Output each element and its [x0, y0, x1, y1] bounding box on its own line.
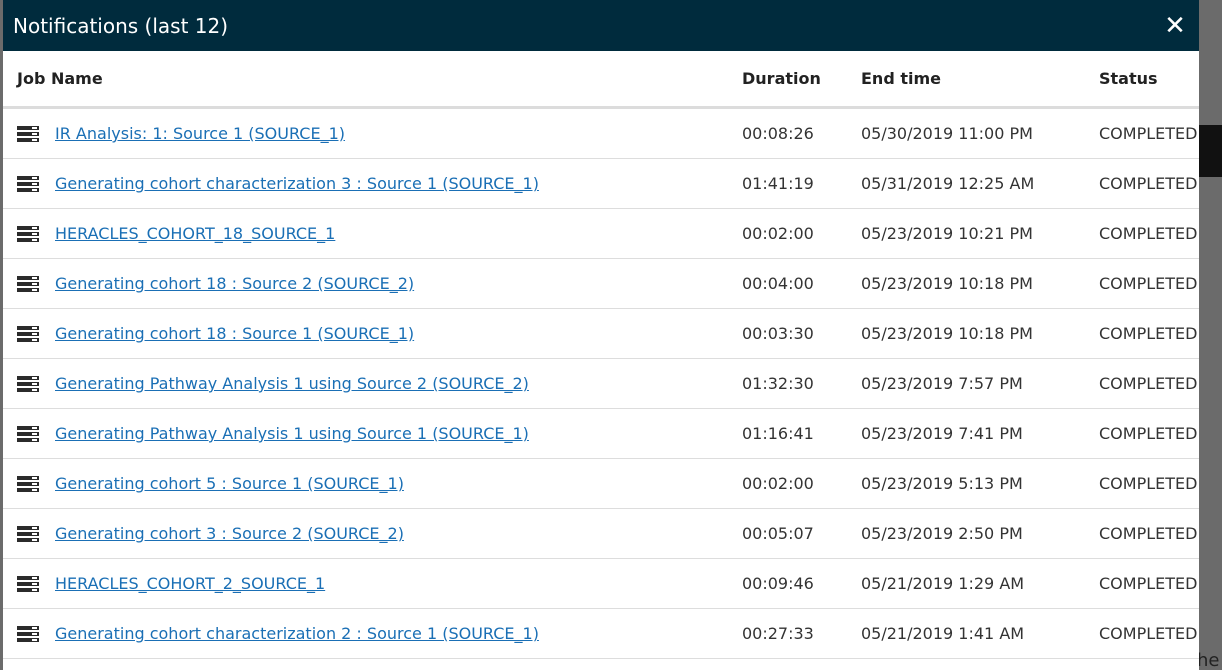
job-name-cell: Generating cohort 18 : Source 1 (SOURCE_…: [3, 308, 742, 359]
job-name-link[interactable]: Generating cohort 5 : Source 1 (SOURCE_1…: [55, 474, 404, 493]
end-time-cell: 05/23/2019 10:18 PM: [861, 258, 1099, 309]
duration-cell: 00:27:33: [742, 608, 861, 659]
table-row: Generating cohort characterization 2 : S…: [3, 608, 1199, 659]
job-name-cell: Generating Pathway Analysis 1 using Sour…: [3, 408, 742, 459]
job-name-link[interactable]: Generating cohort 18 : Source 1 (SOURCE_…: [55, 324, 414, 343]
job-name-cell: HERACLES_COHORT_2_SOURCE_1: [3, 558, 742, 609]
job-name-link[interactable]: IR Analysis: 1: Source 1 (SOURCE_1): [55, 124, 345, 143]
column-header-end-time[interactable]: End time: [861, 51, 1099, 109]
notifications-table: Job Name Duration End time Status IR Ana…: [3, 51, 1199, 659]
table-row: HERACLES_COHORT_18_SOURCE_1 00:02:00 05/…: [3, 208, 1199, 259]
table-row: IR Analysis: 1: Source 1 (SOURCE_1) 00:0…: [3, 107, 1199, 159]
end-time-cell: 05/30/2019 11:00 PM: [861, 107, 1099, 159]
duration-cell: 00:03:30: [742, 308, 861, 359]
duration-cell: 00:09:46: [742, 558, 861, 609]
table-row: Generating cohort 5 : Source 1 (SOURCE_1…: [3, 458, 1199, 509]
duration-cell: 00:04:00: [742, 258, 861, 309]
column-header-job-name[interactable]: Job Name: [3, 51, 742, 109]
status-cell: COMPLETED: [1099, 558, 1199, 609]
job-name-cell: Generating cohort characterization 2 : S…: [3, 608, 742, 659]
duration-cell: 00:02:00: [742, 458, 861, 509]
job-name-cell: Generating cohort characterization 3 : S…: [3, 158, 742, 209]
job-name-cell: Generating Pathway Analysis 1 using Sour…: [3, 358, 742, 409]
job-name-cell: Generating cohort 3 : Source 2 (SOURCE_2…: [3, 508, 742, 559]
duration-cell: 00:08:26: [742, 107, 861, 159]
table-row: HERACLES_COHORT_2_SOURCE_1 00:09:46 05/2…: [3, 558, 1199, 609]
server-icon: [17, 625, 39, 642]
modal-header: Notifications (last 12) ✕: [3, 0, 1199, 51]
job-name-link[interactable]: Generating cohort 18 : Source 2 (SOURCE_…: [55, 274, 414, 293]
table-row: Generating Pathway Analysis 1 using Sour…: [3, 408, 1199, 459]
job-name-link[interactable]: Generating cohort 3 : Source 2 (SOURCE_2…: [55, 524, 404, 543]
job-name-cell: Generating cohort 5 : Source 1 (SOURCE_1…: [3, 458, 742, 509]
job-name-cell: IR Analysis: 1: Source 1 (SOURCE_1): [3, 107, 742, 159]
duration-cell: 01:41:19: [742, 158, 861, 209]
end-time-cell: 05/23/2019 7:41 PM: [861, 408, 1099, 459]
end-time-cell: 05/23/2019 10:18 PM: [861, 308, 1099, 359]
job-name-link[interactable]: Generating Pathway Analysis 1 using Sour…: [55, 374, 529, 393]
server-icon: [17, 525, 39, 542]
end-time-cell: 05/31/2019 12:25 AM: [861, 158, 1099, 209]
background-panel: [1199, 177, 1222, 670]
status-cell: COMPLETED: [1099, 608, 1199, 659]
status-cell: COMPLETED: [1099, 508, 1199, 559]
status-cell: COMPLETED: [1099, 408, 1199, 459]
status-cell: COMPLETED: [1099, 258, 1199, 309]
status-cell: COMPLETED: [1099, 208, 1199, 259]
end-time-cell: 05/23/2019 10:21 PM: [861, 208, 1099, 259]
job-name-link[interactable]: HERACLES_COHORT_2_SOURCE_1: [55, 574, 325, 593]
end-time-cell: 05/23/2019 2:50 PM: [861, 508, 1099, 559]
status-cell: COMPLETED: [1099, 308, 1199, 359]
server-icon: [17, 275, 39, 292]
duration-cell: 00:02:00: [742, 208, 861, 259]
job-name-link[interactable]: Generating cohort characterization 3 : S…: [55, 174, 539, 193]
column-header-duration[interactable]: Duration: [742, 51, 861, 109]
job-name-link[interactable]: Generating cohort characterization 2 : S…: [55, 624, 539, 643]
end-time-cell: 05/21/2019 1:29 AM: [861, 558, 1099, 609]
status-cell: COMPLETED: [1099, 358, 1199, 409]
status-cell: COMPLETED: [1099, 458, 1199, 509]
table-row: Generating cohort characterization 3 : S…: [3, 158, 1199, 209]
job-name-link[interactable]: Generating Pathway Analysis 1 using Sour…: [55, 424, 529, 443]
column-header-status[interactable]: Status: [1099, 51, 1199, 109]
notifications-modal: Notifications (last 12) ✕ Job Name Durat…: [3, 0, 1199, 670]
table-header-row: Job Name Duration End time Status: [3, 51, 1199, 109]
modal-title: Notifications (last 12): [13, 13, 229, 38]
end-time-cell: 05/21/2019 1:41 AM: [861, 608, 1099, 659]
server-icon: [17, 175, 39, 192]
table-row: Generating cohort 3 : Source 2 (SOURCE_2…: [3, 508, 1199, 559]
server-icon: [17, 225, 39, 242]
server-icon: [17, 375, 39, 392]
job-name-cell: Generating cohort 18 : Source 2 (SOURCE_…: [3, 258, 742, 309]
job-name-cell: HERACLES_COHORT_18_SOURCE_1: [3, 208, 742, 259]
close-icon[interactable]: ✕: [1163, 13, 1187, 39]
status-cell: COMPLETED: [1099, 107, 1199, 159]
background-dark-bar: [1199, 125, 1222, 177]
job-name-link[interactable]: HERACLES_COHORT_18_SOURCE_1: [55, 224, 335, 243]
table-row: Generating Pathway Analysis 1 using Sour…: [3, 358, 1199, 409]
server-icon: [17, 125, 39, 142]
duration-cell: 01:16:41: [742, 408, 861, 459]
server-icon: [17, 325, 39, 342]
duration-cell: 00:05:07: [742, 508, 861, 559]
background-panel: [1199, 0, 1222, 125]
duration-cell: 01:32:30: [742, 358, 861, 409]
table-row: Generating cohort 18 : Source 2 (SOURCE_…: [3, 258, 1199, 309]
background-text: he: [1197, 650, 1220, 670]
table-body: IR Analysis: 1: Source 1 (SOURCE_1) 00:0…: [3, 107, 1199, 659]
end-time-cell: 05/23/2019 7:57 PM: [861, 358, 1099, 409]
server-icon: [17, 475, 39, 492]
table-row: Generating cohort 18 : Source 1 (SOURCE_…: [3, 308, 1199, 359]
server-icon: [17, 425, 39, 442]
status-cell: COMPLETED: [1099, 158, 1199, 209]
server-icon: [17, 575, 39, 592]
end-time-cell: 05/23/2019 5:13 PM: [861, 458, 1099, 509]
